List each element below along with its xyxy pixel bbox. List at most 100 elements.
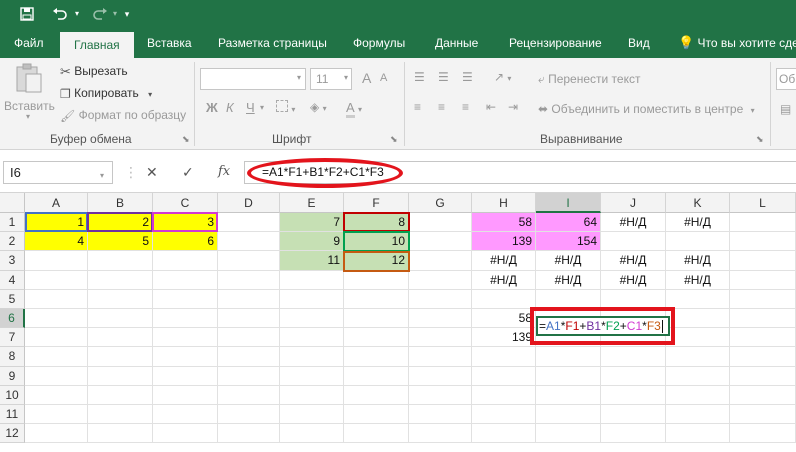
cell-a12[interactable] [25, 424, 88, 444]
cell-j12[interactable] [601, 424, 666, 444]
cell-h9[interactable] [472, 366, 536, 386]
merge-center-button[interactable]: ⬌ Объединить и поместить в центре ▾ [538, 102, 755, 116]
cell-k1[interactable]: #Н/Д [666, 213, 730, 233]
cell-l5[interactable] [730, 289, 796, 309]
cell-h1[interactable]: 58 [472, 213, 536, 233]
orientation-button[interactable]: ↗ ▾ [494, 70, 511, 84]
cell-j9[interactable] [601, 366, 666, 386]
row-header-5[interactable]: 5 [0, 289, 25, 309]
cell-k4[interactable]: #Н/Д [666, 270, 730, 290]
cell-i2[interactable]: 154 [536, 232, 601, 252]
row-header-2[interactable]: 2 [0, 232, 25, 252]
cell-d11[interactable] [218, 405, 280, 425]
format-painter-button[interactable]: 🖌 Формат по образцу [60, 108, 186, 123]
align-left-button[interactable]: ≡ [414, 100, 421, 114]
column-header-k[interactable]: K [666, 193, 730, 213]
cell-c7[interactable] [153, 328, 218, 348]
cell-h7[interactable]: 139 [472, 328, 536, 348]
cell-h4[interactable]: #Н/Д [472, 270, 536, 290]
column-header-d[interactable]: D [218, 193, 280, 213]
cell-d5[interactable] [218, 289, 280, 309]
fill-color-button[interactable]: ◈ ▾ [310, 100, 327, 114]
tab-formulas[interactable]: Формулы [351, 28, 407, 58]
cell-h10[interactable] [472, 385, 536, 405]
borders-button[interactable]: ▾ [276, 100, 295, 115]
paste-button[interactable]: Вставить ▾ [4, 62, 55, 121]
tab-home[interactable]: Главная [60, 32, 134, 58]
font-color-button[interactable]: A ▾ [346, 100, 362, 118]
cell-e4[interactable] [280, 270, 344, 290]
cell-g9[interactable] [409, 366, 472, 386]
cell-g8[interactable] [409, 347, 472, 367]
cell-h3[interactable]: #Н/Д [472, 251, 536, 271]
cell-a3[interactable] [25, 251, 88, 271]
cell-d4[interactable] [218, 270, 280, 290]
cell-k11[interactable] [666, 405, 730, 425]
cell-l3[interactable] [730, 251, 796, 271]
column-header-b[interactable]: B [88, 193, 153, 213]
cell-g10[interactable] [409, 385, 472, 405]
cell-f2[interactable]: 10 [344, 232, 409, 252]
name-box[interactable]: I6 [3, 161, 113, 184]
row-header-4[interactable]: 4 [0, 270, 25, 290]
row-header-8[interactable]: 8 [0, 347, 25, 367]
font-name-input[interactable]: ▾ [200, 68, 306, 90]
cell-i11[interactable] [536, 405, 601, 425]
cell-b4[interactable] [88, 270, 153, 290]
align-bottom-button[interactable]: ☰ [462, 70, 473, 84]
clipboard-launcher-icon[interactable]: ⬊ [182, 134, 190, 145]
cell-h6[interactable]: 58 [472, 309, 536, 329]
cell-a6[interactable] [25, 309, 88, 329]
shrink-font-button[interactable]: A [380, 72, 387, 84]
cell-c2[interactable]: 6 [153, 232, 218, 252]
insert-function-button[interactable]: fx [218, 163, 230, 181]
cell-k10[interactable] [666, 385, 730, 405]
cut-button[interactable]: ✂ Вырезать [60, 64, 128, 80]
cell-f7[interactable] [344, 328, 409, 348]
cell-b12[interactable] [88, 424, 153, 444]
cell-g3[interactable] [409, 251, 472, 271]
align-right-button[interactable]: ≡ [462, 100, 469, 114]
row-header-3[interactable]: 3 [0, 251, 25, 271]
cell-b3[interactable] [88, 251, 153, 271]
cell-a4[interactable] [25, 270, 88, 290]
cell-c3[interactable] [153, 251, 218, 271]
cell-h2[interactable]: 139 [472, 232, 536, 252]
cell-g5[interactable] [409, 289, 472, 309]
cell-j11[interactable] [601, 405, 666, 425]
cell-f9[interactable] [344, 366, 409, 386]
cell-j2[interactable] [601, 232, 666, 252]
cell-i1[interactable]: 64 [536, 213, 601, 233]
cell-k5[interactable] [666, 289, 730, 309]
column-header-e[interactable]: E [280, 193, 344, 213]
cell-b7[interactable] [88, 328, 153, 348]
row-header-7[interactable]: 7 [0, 328, 25, 348]
cell-a1[interactable]: 1 [25, 213, 88, 233]
number-format-input[interactable]: Общ [776, 68, 796, 90]
italic-button[interactable]: К [226, 100, 234, 115]
cell-a10[interactable] [25, 385, 88, 405]
align-center-button[interactable]: ≡ [438, 100, 445, 114]
enter-button[interactable]: ✓ [182, 163, 194, 181]
cell-d2[interactable] [218, 232, 280, 252]
cell-f11[interactable] [344, 405, 409, 425]
underline-button[interactable]: Ч [246, 100, 255, 115]
tab-insert[interactable]: Вставка [145, 28, 194, 58]
cell-c6[interactable] [153, 309, 218, 329]
cell-f6[interactable] [344, 309, 409, 329]
column-header-c[interactable]: C [153, 193, 218, 213]
cell-h8[interactable] [472, 347, 536, 367]
cell-e2[interactable]: 9 [280, 232, 344, 252]
column-header-f[interactable]: F [344, 193, 409, 213]
undo-dropdown[interactable]: ▾ [72, 2, 82, 26]
cell-e9[interactable] [280, 366, 344, 386]
cell-f3[interactable]: 12 [344, 251, 409, 271]
cell-d12[interactable] [218, 424, 280, 444]
grow-font-button[interactable]: A [362, 70, 371, 86]
cell-f5[interactable] [344, 289, 409, 309]
cell-b1[interactable]: 2 [88, 213, 153, 233]
cell-b11[interactable] [88, 405, 153, 425]
cell-e3[interactable]: 11 [280, 251, 344, 271]
font-size-input[interactable]: 11 ▾ [310, 68, 352, 90]
cell-g6[interactable] [409, 309, 472, 329]
